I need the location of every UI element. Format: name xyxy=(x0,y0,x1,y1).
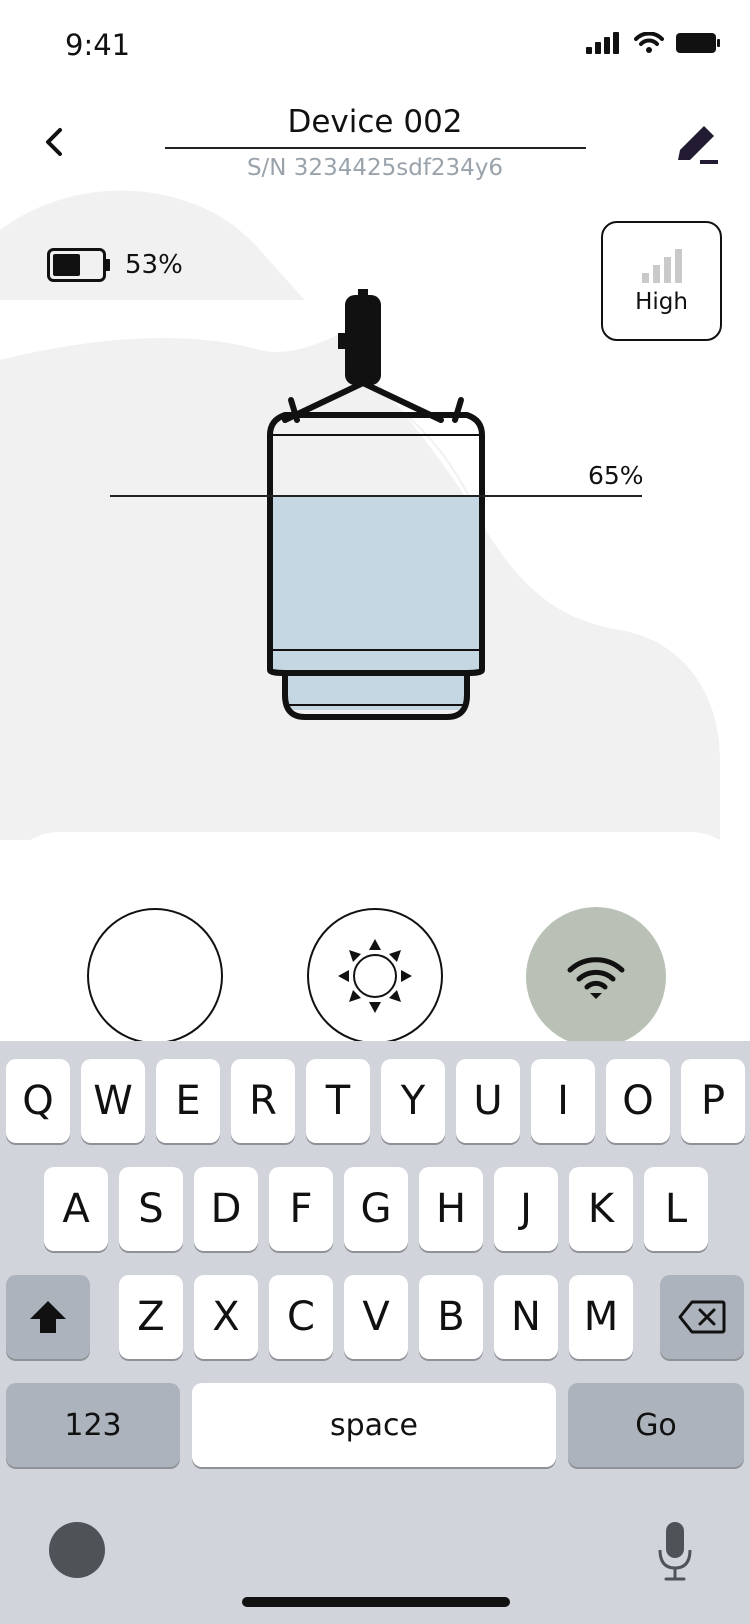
tank-illustration xyxy=(267,289,485,720)
signal-strength-label: High xyxy=(635,289,688,315)
key-o[interactable]: O xyxy=(606,1059,670,1143)
power-button[interactable] xyxy=(87,908,223,1044)
back-button[interactable] xyxy=(36,122,76,162)
key-m[interactable]: M xyxy=(569,1275,633,1359)
key-z[interactable]: Z xyxy=(119,1275,183,1359)
key-q[interactable]: Q xyxy=(6,1059,70,1143)
backspace-key[interactable] xyxy=(660,1275,744,1359)
numbers-key[interactable]: 123 xyxy=(6,1383,180,1467)
key-s[interactable]: S xyxy=(119,1167,183,1251)
key-t[interactable]: T xyxy=(306,1059,370,1143)
edit-button[interactable] xyxy=(672,120,722,170)
key-b[interactable]: B xyxy=(419,1275,483,1359)
key-r[interactable]: R xyxy=(231,1059,295,1143)
go-key[interactable]: Go xyxy=(568,1383,744,1467)
key-d[interactable]: D xyxy=(194,1167,258,1251)
shift-icon xyxy=(30,1301,66,1333)
key-l[interactable]: L xyxy=(644,1167,708,1251)
status-icons xyxy=(586,32,720,54)
status-time: 9:41 xyxy=(65,28,131,62)
battery-status-icon xyxy=(676,33,720,53)
emoji-key[interactable] xyxy=(49,1522,105,1578)
key-j[interactable]: J xyxy=(494,1167,558,1251)
battery-indicator: 53% xyxy=(47,248,183,282)
key-h[interactable]: H xyxy=(419,1167,483,1251)
key-g[interactable]: G xyxy=(344,1167,408,1251)
key-i[interactable]: I xyxy=(531,1059,595,1143)
key-w[interactable]: W xyxy=(81,1059,145,1143)
key-c[interactable]: C xyxy=(269,1275,333,1359)
key-u[interactable]: U xyxy=(456,1059,520,1143)
device-name-input[interactable]: Device 002 xyxy=(165,104,585,140)
brightness-button[interactable] xyxy=(307,908,443,1044)
backspace-icon xyxy=(678,1300,726,1334)
tank-fill xyxy=(270,495,482,670)
serial-number: S/N 3234425sdf234y6 xyxy=(246,155,504,181)
fill-level-line xyxy=(110,495,642,497)
cellular-signal-icon xyxy=(586,32,619,54)
microphone-icon[interactable] xyxy=(655,1520,695,1584)
sun-icon xyxy=(338,939,412,1013)
key-p[interactable]: P xyxy=(681,1059,745,1143)
key-k[interactable]: K xyxy=(569,1167,633,1251)
key-n[interactable]: N xyxy=(494,1275,558,1359)
signal-bars-icon xyxy=(641,249,682,283)
battery-icon xyxy=(47,248,110,282)
key-e[interactable]: E xyxy=(156,1059,220,1143)
key-y[interactable]: Y xyxy=(381,1059,445,1143)
space-key[interactable]: space xyxy=(192,1383,556,1467)
key-f[interactable]: F xyxy=(269,1167,333,1251)
signal-strength-card[interactable]: High xyxy=(601,221,722,341)
key-x[interactable]: X xyxy=(194,1275,258,1359)
key-v[interactable]: V xyxy=(344,1275,408,1359)
home-indicator[interactable] xyxy=(242,1597,510,1607)
fill-level-label: 65% xyxy=(588,461,644,490)
wifi-icon xyxy=(567,957,625,999)
shift-key[interactable] xyxy=(6,1275,90,1359)
wifi-status-icon xyxy=(634,32,664,53)
key-a[interactable]: A xyxy=(44,1167,108,1251)
battery-percent: 53% xyxy=(125,250,183,280)
device-name-underline xyxy=(165,147,586,149)
wifi-button[interactable] xyxy=(526,907,666,1047)
